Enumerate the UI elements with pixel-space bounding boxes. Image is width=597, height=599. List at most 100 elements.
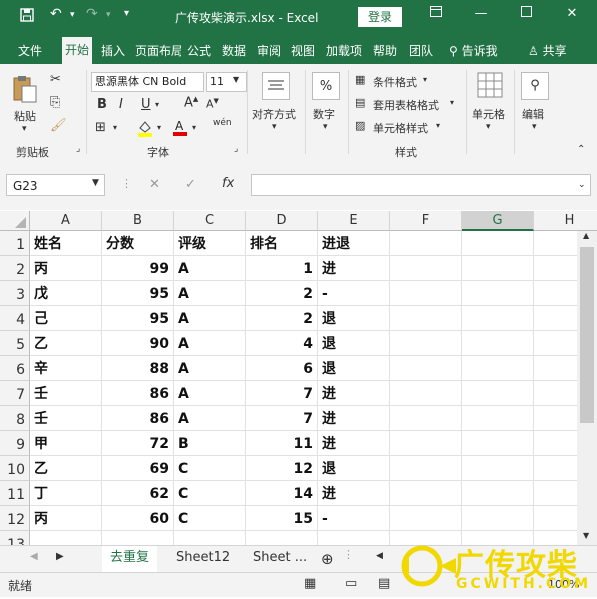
table-format-icon[interactable]: ▤ <box>355 96 365 109</box>
cell-a7[interactable]: 壬 <box>30 381 102 406</box>
paste-label[interactable]: 粘贴 <box>14 108 36 124</box>
name-box[interactable]: G23 <box>6 174 105 196</box>
cell-e1[interactable]: 进退 <box>318 231 390 256</box>
cell-b13[interactable] <box>102 531 174 545</box>
cell-c8[interactable]: A <box>174 406 246 431</box>
login-button[interactable]: 登录 <box>358 7 402 27</box>
cell-a4[interactable]: 己 <box>30 306 102 331</box>
cell-f1[interactable] <box>390 231 462 256</box>
tab-file[interactable]: 文件 <box>18 42 42 59</box>
conditional-format-button[interactable]: 条件格式 <box>373 74 417 90</box>
page-layout-view-icon[interactable]: ▭ <box>345 576 357 591</box>
cell-g9[interactable] <box>462 431 534 456</box>
cell-g10[interactable] <box>462 456 534 481</box>
row-header[interactable]: 9 <box>0 431 30 456</box>
cell-g7[interactable] <box>462 381 534 406</box>
row-header[interactable]: 2 <box>0 256 30 281</box>
cell-e9[interactable]: 进 <box>318 431 390 456</box>
editing-label[interactable]: 编辑 <box>522 106 544 122</box>
cell-e7[interactable]: 进 <box>318 381 390 406</box>
cell-b10[interactable]: 69 <box>102 456 174 481</box>
row-header[interactable]: 3 <box>0 281 30 306</box>
cell-c5[interactable]: A <box>174 331 246 356</box>
format-as-table-button[interactable]: 套用表格格式 <box>373 97 439 113</box>
cell-f2[interactable] <box>390 256 462 281</box>
cell-d12[interactable]: 15 <box>246 506 318 531</box>
cell-c4[interactable]: A <box>174 306 246 331</box>
column-header-e[interactable]: E <box>318 211 390 231</box>
cell-styles-button[interactable]: 单元格样式 <box>373 120 428 136</box>
tab-formulas[interactable]: 公式 <box>187 42 211 59</box>
formula-input[interactable] <box>251 174 591 196</box>
find-icon[interactable]: ⚲ <box>521 72 549 100</box>
redo-dropdown-icon[interactable]: ▾ <box>106 10 111 20</box>
cell-e4[interactable]: 退 <box>318 306 390 331</box>
font-color-icon[interactable]: A <box>172 118 188 140</box>
insert-function-icon[interactable]: fx <box>222 176 234 191</box>
cell-c12[interactable]: C <box>174 506 246 531</box>
cell-b7[interactable]: 86 <box>102 381 174 406</box>
alignment-dropdown-icon[interactable]: ▾ <box>272 122 277 132</box>
cell-f12[interactable] <box>390 506 462 531</box>
copy-icon[interactable]: ⎘ <box>50 95 60 110</box>
cell-f11[interactable] <box>390 481 462 506</box>
clipboard-launcher-icon[interactable]: ⌟ <box>76 144 80 154</box>
cell-g5[interactable] <box>462 331 534 356</box>
tab-review[interactable]: 审阅 <box>257 42 281 59</box>
tab-help[interactable]: 帮助 <box>373 42 397 59</box>
cell-a5[interactable]: 乙 <box>30 331 102 356</box>
conditional-format-icon[interactable]: ▦ <box>355 73 365 86</box>
number-dropdown-icon[interactable]: ▾ <box>323 122 328 132</box>
worksheet-grid[interactable]: ABCDEFGH 1 姓名 分数 评级 排名 进退 2 丙 99 A 1 进 3 戊 95 A 2-4 己 95 A 2… <box>0 211 597 545</box>
cell-d10[interactable]: 12 <box>246 456 318 481</box>
cell-b11[interactable]: 62 <box>102 481 174 506</box>
row-header[interactable]: 12 <box>0 506 30 531</box>
cell-a8[interactable]: 壬 <box>30 406 102 431</box>
cell-d3[interactable]: 2 <box>246 281 318 306</box>
cell-d11[interactable]: 14 <box>246 481 318 506</box>
column-header-h[interactable]: H <box>534 211 597 231</box>
cancel-entry-icon[interactable]: ✕ <box>149 177 160 192</box>
cell-styles-dropdown-icon[interactable]: ▾ <box>436 121 440 130</box>
cell-a6[interactable]: 辛 <box>30 356 102 381</box>
cell-c6[interactable]: A <box>174 356 246 381</box>
cell-g8[interactable] <box>462 406 534 431</box>
cell-f8[interactable] <box>390 406 462 431</box>
scroll-sheets-left-icon[interactable]: ◀ <box>30 551 38 562</box>
cell-d4[interactable]: 2 <box>246 306 318 331</box>
cut-icon[interactable]: ✂ <box>50 72 61 87</box>
scroll-sheets-right-icon[interactable]: ▶ <box>56 551 64 562</box>
sheet-tab-2[interactable]: Sheet12 <box>168 546 238 572</box>
customize-toolbar-icon[interactable]: ▾ <box>124 8 129 19</box>
cell-a2[interactable]: 丙 <box>30 256 102 281</box>
borders-dropdown-icon[interactable]: ▾ <box>113 123 117 132</box>
cell-a11[interactable]: 丁 <box>30 481 102 506</box>
name-box-dropdown-icon[interactable]: ▼ <box>92 178 99 188</box>
cell-f4[interactable] <box>390 306 462 331</box>
cell-d2[interactable]: 1 <box>246 256 318 281</box>
cell-g11[interactable] <box>462 481 534 506</box>
row-header[interactable]: 10 <box>0 456 30 481</box>
cell-e5[interactable]: 退 <box>318 331 390 356</box>
font-size-dropdown-icon[interactable]: ▼ <box>233 75 239 84</box>
scroll-thumb[interactable] <box>580 247 594 423</box>
collapse-ribbon-icon[interactable]: ⌃ <box>577 144 585 155</box>
column-header-g[interactable]: G <box>462 211 534 231</box>
column-header-c[interactable]: C <box>174 211 246 231</box>
row-header[interactable]: 6 <box>0 356 30 381</box>
cell-e13[interactable] <box>318 531 390 545</box>
column-header-b[interactable]: B <box>102 211 174 231</box>
row-header[interactable]: 13 <box>0 531 30 545</box>
cell-d9[interactable]: 11 <box>246 431 318 456</box>
cell-b6[interactable]: 88 <box>102 356 174 381</box>
fill-color-icon[interactable] <box>137 119 153 141</box>
cell-g6[interactable] <box>462 356 534 381</box>
font-name-select[interactable]: 思源黑体 CN Bold <box>91 72 204 92</box>
cell-d7[interactable]: 7 <box>246 381 318 406</box>
tab-team[interactable]: 团队 <box>409 42 433 59</box>
cell-styles-icon[interactable]: ▨ <box>355 119 365 132</box>
cell-d1[interactable]: 排名 <box>246 231 318 256</box>
hscroll-left-icon[interactable]: ◀ <box>376 551 383 561</box>
column-header-d[interactable]: D <box>246 211 318 231</box>
format-as-table-dropdown-icon[interactable]: ▾ <box>450 98 454 107</box>
